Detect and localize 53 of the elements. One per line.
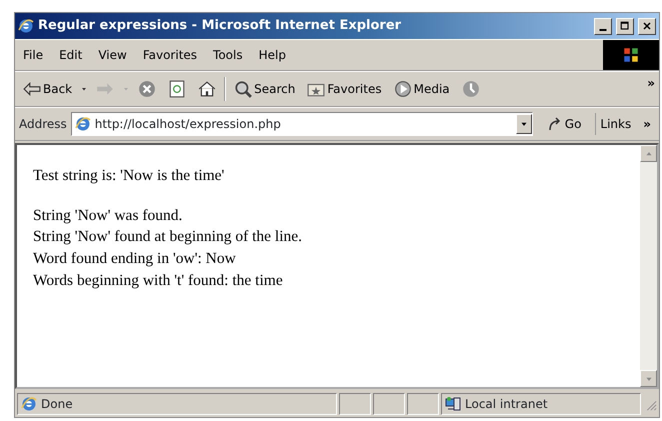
network-icon bbox=[445, 396, 461, 412]
dropdown-button[interactable] bbox=[516, 114, 532, 134]
refresh-icon bbox=[168, 80, 186, 98]
menu-item[interactable]: Tools bbox=[205, 44, 251, 66]
menu-item[interactable]: File bbox=[15, 44, 52, 66]
status-text: Done bbox=[41, 396, 73, 413]
scrollbar[interactable] bbox=[640, 145, 657, 387]
go-button[interactable]: Go bbox=[536, 113, 592, 135]
address-label: Address bbox=[19, 116, 67, 133]
links-button[interactable]: Links bbox=[595, 113, 636, 135]
browser-icon bbox=[18, 18, 34, 34]
flag-icon bbox=[622, 46, 640, 64]
minimize-icon bbox=[599, 29, 607, 31]
scroll-up-button[interactable] bbox=[640, 145, 657, 162]
address-field[interactable]: http://localhost/expression.php bbox=[70, 112, 533, 136]
close-icon bbox=[641, 20, 653, 32]
status-pane bbox=[339, 393, 371, 415]
overflow-button[interactable]: » bbox=[643, 72, 659, 94]
media-button[interactable]: Media bbox=[390, 78, 454, 100]
maximize-icon bbox=[619, 20, 631, 32]
menu-item[interactable]: Favorites bbox=[134, 44, 206, 66]
maximize-button[interactable] bbox=[616, 18, 634, 34]
overflow-button[interactable]: » bbox=[639, 113, 655, 135]
caret-icon bbox=[80, 85, 88, 93]
home-icon bbox=[198, 80, 216, 98]
zone-text: Local intranet bbox=[465, 396, 548, 413]
media-icon bbox=[394, 80, 412, 98]
page-icon bbox=[21, 396, 37, 412]
page-text: Test string is: 'Now is the time' bbox=[33, 166, 226, 186]
search-icon bbox=[234, 80, 252, 98]
status-pane bbox=[407, 393, 439, 415]
history-icon bbox=[462, 80, 480, 98]
menu-item[interactable]: Help bbox=[250, 44, 294, 66]
caret-icon bbox=[122, 85, 130, 93]
favorites-button[interactable]: Favorites bbox=[303, 78, 386, 100]
status-pane bbox=[373, 393, 405, 415]
scroll-down-button[interactable] bbox=[640, 370, 657, 387]
url-text: http://localhost/expression.php bbox=[94, 116, 282, 133]
menu-item[interactable]: View bbox=[90, 44, 135, 66]
page-text: String 'Now' was found. bbox=[33, 206, 184, 226]
back-button[interactable]: Back bbox=[19, 78, 76, 100]
back-arrow-icon bbox=[23, 80, 41, 98]
page-icon bbox=[74, 116, 91, 132]
page-text: Words beginning with 't' found: the time bbox=[33, 270, 284, 291]
stop-icon bbox=[138, 80, 156, 98]
menu-item[interactable]: Edit bbox=[51, 44, 90, 66]
window-title: Regular expressions - Microsoft Internet Explorer bbox=[38, 17, 402, 36]
page-text: Word found ending in 'ow': Now bbox=[33, 249, 237, 270]
minimize-button[interactable] bbox=[594, 18, 612, 34]
search-button[interactable]: Search bbox=[230, 78, 300, 100]
go-arrow-icon bbox=[546, 116, 563, 132]
page-text: String 'Now' found at beginning of the line. bbox=[33, 227, 304, 248]
close-button[interactable] bbox=[638, 18, 656, 34]
